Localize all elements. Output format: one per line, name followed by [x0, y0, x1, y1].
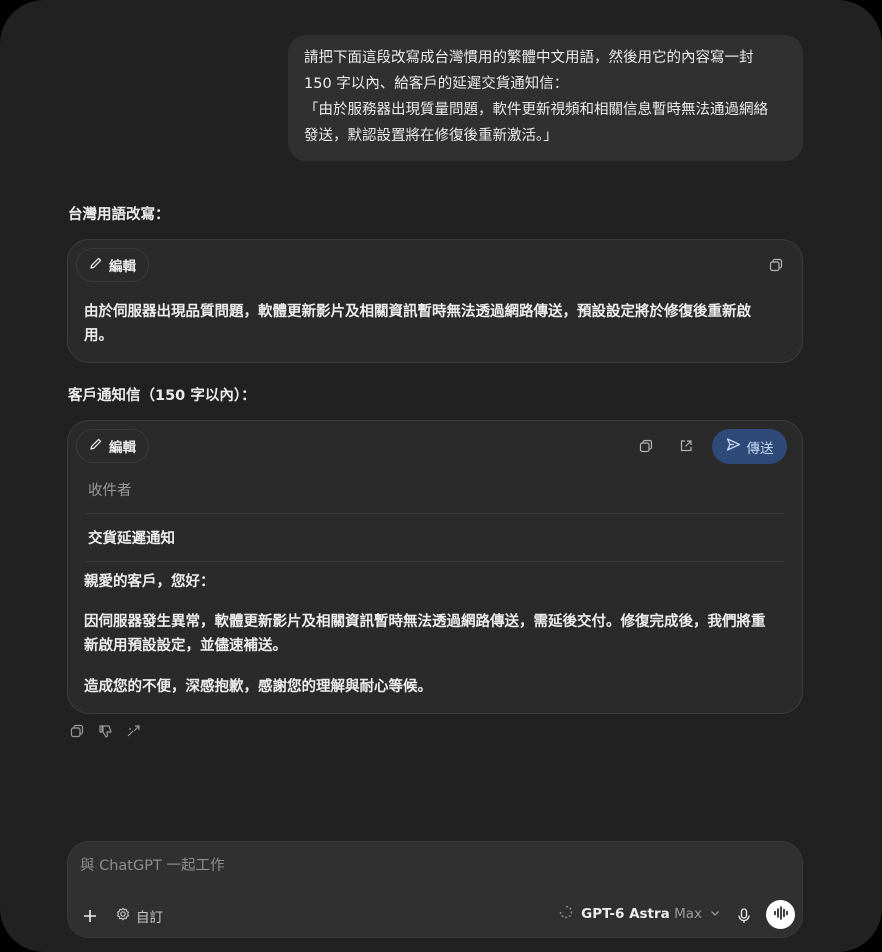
- message-input[interactable]: [80, 852, 780, 880]
- gear-icon: [116, 907, 130, 925]
- message-actions: [68, 722, 142, 740]
- letter-greeting: 親愛的客戶，您好：: [84, 574, 215, 590]
- chevron-down-icon: [710, 906, 720, 922]
- plus-icon[interactable]: [80, 906, 100, 926]
- recipient-field[interactable]: 收件者: [86, 479, 784, 500]
- loading-spinner-icon: [559, 905, 573, 923]
- edit-button[interactable]: 編輯: [76, 429, 149, 463]
- copy-icon[interactable]: [635, 435, 657, 457]
- send-button[interactable]: 傳送: [712, 429, 787, 464]
- mic-icon[interactable]: [734, 906, 754, 926]
- divider: [86, 513, 784, 514]
- voice-wave-icon: [773, 905, 789, 924]
- edit-label: 編輯: [109, 440, 136, 456]
- section-label-rewrite: 台灣用語改寫：: [68, 207, 170, 223]
- divider: [86, 561, 784, 562]
- letter-body: 因伺服器發生異常，軟體更新影片及相關資訊暫時無法透過網路傳送，需延後交付。修復完…: [84, 614, 766, 654]
- voice-mode-button[interactable]: [766, 900, 795, 929]
- pencil-icon: [89, 437, 103, 455]
- letter-closing: 造成您的不便，深感抱歉，感謝您的理解與耐心等候。: [84, 679, 432, 695]
- edit-button[interactable]: 編輯: [76, 248, 149, 282]
- composer: 自訂 GPT-6 Astra Max: [67, 841, 803, 938]
- pencil-icon: [89, 256, 103, 274]
- custom-label: 自訂: [136, 910, 163, 926]
- external-link-icon[interactable]: [675, 435, 697, 457]
- subject-field[interactable]: 交貨延遲通知: [86, 527, 784, 548]
- copy-icon[interactable]: [765, 254, 787, 276]
- custom-button[interactable]: 自訂: [116, 906, 163, 926]
- model-name: GPT-6 Astra: [581, 906, 670, 922]
- user-message: 請把下面這段改寫成台灣慣用的繁體中文用語，然後用它的內容寫一封 150 字以內、…: [288, 35, 803, 161]
- share-icon[interactable]: [124, 722, 142, 740]
- section-label-letter: 客戶通知信（150 字以內）：: [68, 388, 256, 404]
- chat-window: 請把下面這段改寫成台灣慣用的繁體中文用語，然後用它的內容寫一封 150 字以內、…: [0, 0, 882, 952]
- composer-toolbar: 自訂 GPT-6 Astra Max: [68, 900, 802, 932]
- copy-icon[interactable]: [68, 722, 86, 740]
- model-selector[interactable]: GPT-6 Astra Max: [559, 905, 720, 923]
- thumbs-down-icon[interactable]: [96, 722, 114, 740]
- edit-label: 編輯: [109, 259, 136, 275]
- send-label: 傳送: [746, 440, 774, 457]
- send-icon: [726, 437, 741, 456]
- model-suffix: Max: [674, 906, 702, 922]
- rewrite-card: 編輯 由於伺服器出現品質問題，軟體更新影片及相關資訊暫時無法透過網路傳送，預設設…: [67, 239, 803, 363]
- letter-card: 編輯 傳送 收件者 交貨延遲通知 親愛的客戶，您好： 因伺服器發生異常，軟體更新…: [67, 420, 803, 714]
- rewrite-text: 由於伺服器出現品質問題，軟體更新影片及相關資訊暫時無法透過網路傳送，預設設定將於…: [84, 304, 751, 344]
